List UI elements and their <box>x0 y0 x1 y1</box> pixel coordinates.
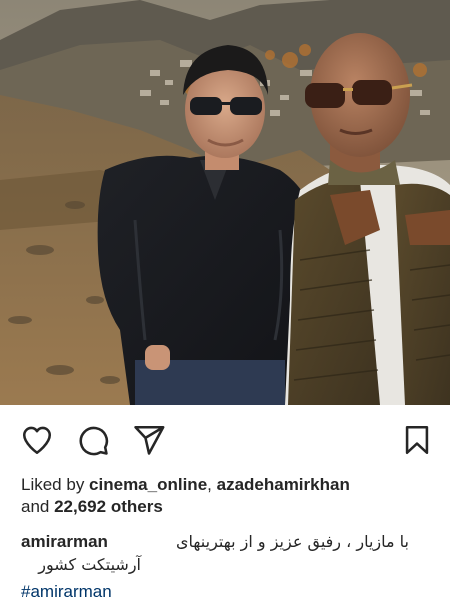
likes-prefix: Liked by <box>21 475 90 494</box>
caption: amirarman با مازیار ، رفیق عزیز و از بهت… <box>21 530 441 574</box>
caption-text-line-2: آرشیتکت کشور <box>38 555 141 574</box>
likes-and: and <box>21 497 55 516</box>
share-button[interactable] <box>132 423 166 457</box>
likes-summary: Liked by cinema_online, azadehamirkhan a… <box>21 474 441 518</box>
liker-link-1[interactable]: cinema_online <box>89 475 207 494</box>
selfie-image <box>0 0 450 405</box>
caption-username[interactable]: amirarman <box>21 530 108 553</box>
likes-separator: , <box>207 475 217 494</box>
hashtag-link[interactable]: #amirarman <box>21 581 112 603</box>
comment-button[interactable] <box>76 423 110 457</box>
action-bar <box>0 405 450 471</box>
bookmark-icon <box>405 425 429 455</box>
caption-text-line-1: با مازیار ، رفیق عزیز و از بهترینهای <box>176 532 409 551</box>
post-photo[interactable] <box>0 0 450 405</box>
save-button[interactable] <box>400 423 434 457</box>
send-icon <box>134 425 165 455</box>
likes-count-link[interactable]: 22,692 others <box>54 497 163 516</box>
heart-icon <box>22 426 52 455</box>
comment-icon <box>79 426 109 456</box>
liker-link-2[interactable]: azadehamirkhan <box>217 475 350 494</box>
like-button[interactable] <box>20 423 54 457</box>
